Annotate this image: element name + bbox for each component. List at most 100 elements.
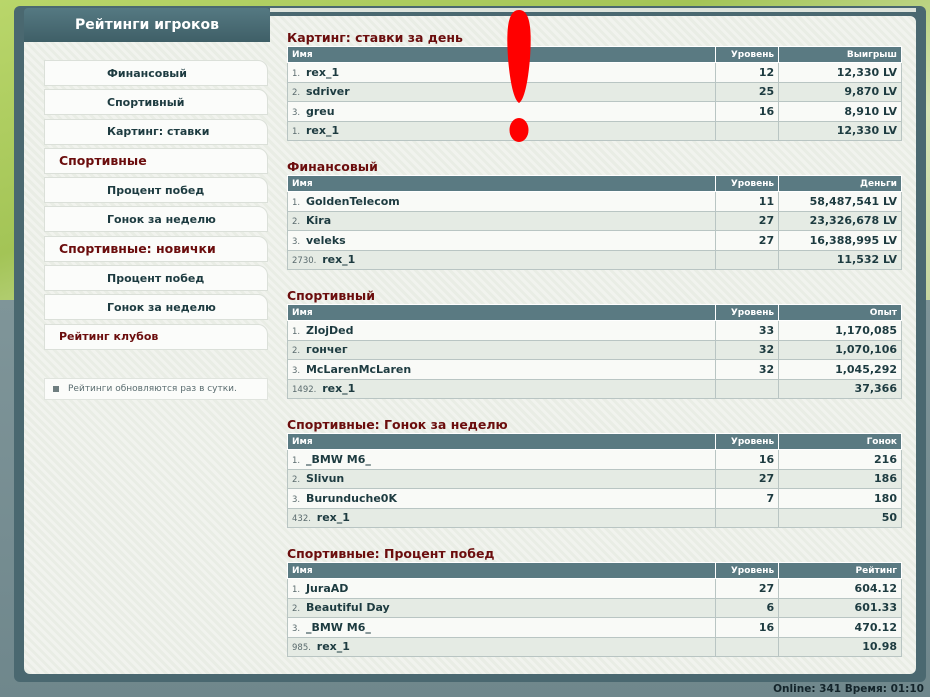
value-cell: 1,070,106 <box>778 339 902 360</box>
player-name-link[interactable]: rex_1 <box>317 511 350 524</box>
column-header-name: Имя <box>286 175 717 192</box>
player-name-link[interactable]: _BMW M6_ <box>306 621 371 634</box>
value-cell: 9,870 LV <box>778 81 902 102</box>
player-name-link[interactable]: гончег <box>306 343 348 356</box>
column-header-level: Уровень <box>715 433 780 450</box>
sidebar-item[interactable]: Процент побед <box>44 265 268 292</box>
player-name-link[interactable]: GoldenTelecom <box>306 195 400 208</box>
table-row: 2. sdriver 25 9,870 LV <box>286 81 902 102</box>
sidebar-item-label: Спортивные <box>59 153 147 169</box>
column-header-name: Имя <box>286 304 717 321</box>
level-cell: 7 <box>715 488 780 509</box>
table-row: 985. rex_1 10.98 <box>286 636 902 657</box>
rank-number: 2. <box>292 346 301 357</box>
sidebar-item[interactable]: Спортивный <box>44 89 268 116</box>
sidebar-title: Рейтинги игроков <box>24 8 270 42</box>
section-title: Спортивный <box>287 288 375 303</box>
player-cell: 1. GoldenTelecom <box>286 191 717 212</box>
player-name-link[interactable]: Beautiful Day <box>306 601 390 614</box>
player-name-link[interactable]: JuraAD <box>306 582 348 595</box>
player-name-link[interactable]: _BMW M6_ <box>306 453 371 466</box>
sidebar-section-header: Спортивные: новички <box>44 235 268 262</box>
table-row: 1. rex_1 12,330 LV <box>286 120 902 141</box>
player-cell: 2. гончег <box>286 339 717 360</box>
rank-number: 1. <box>292 326 301 337</box>
level-cell: 12 <box>715 62 780 83</box>
sidebar-item-label: Финансовый <box>107 66 187 80</box>
table-header-row: Имя Уровень Гонок <box>286 433 902 450</box>
level-cell <box>715 249 780 270</box>
sidebar-item-label: Процент побед <box>107 271 205 285</box>
sidebar-item-label: Гонок за неделю <box>107 300 216 314</box>
player-name-link[interactable]: Burunduche0K <box>306 492 397 505</box>
player-cell: 3. _BMW M6_ <box>286 617 717 638</box>
table-header-row: Имя Уровень Выигрыш <box>286 46 902 63</box>
sidebar-item[interactable]: Процент побед <box>44 177 268 204</box>
table-row: 3. veleks 27 16,388,995 LV <box>286 230 902 251</box>
rank-number: 3. <box>292 236 301 247</box>
value-cell: 216 <box>778 449 902 470</box>
player-name-link[interactable]: rex_1 <box>322 253 355 266</box>
section-title: Картинг: ставки за день <box>287 30 463 45</box>
value-cell: 601.33 <box>778 597 902 618</box>
section-title: Финансовый <box>287 159 378 174</box>
update-note: Рейтинги обновляются раз в сутки. <box>44 378 268 400</box>
level-cell: 32 <box>715 339 780 360</box>
player-name-link[interactable]: ZlojDed <box>306 324 354 337</box>
player-cell: 3. greu <box>286 101 717 122</box>
value-cell: 12,330 LV <box>778 62 902 83</box>
player-name-link[interactable]: greu <box>306 105 335 118</box>
player-name-link[interactable]: Kira <box>306 214 331 227</box>
section-title: Спортивные: Процент побед <box>287 546 495 561</box>
table-row: 2. Beautiful Day 6 601.33 <box>286 597 902 618</box>
player-name-link[interactable]: rex_1 <box>317 640 350 653</box>
column-header-name: Имя <box>286 562 717 579</box>
level-cell: 16 <box>715 449 780 470</box>
sidebar-item[interactable]: Гонок за неделю <box>44 206 268 233</box>
sidebar-item[interactable]: Финансовый <box>44 60 268 86</box>
rank-number: 432. <box>292 514 311 525</box>
rank-number: 1. <box>292 197 301 208</box>
value-cell: 50 <box>778 507 902 528</box>
level-cell: 27 <box>715 468 780 489</box>
table-row: 3. _BMW M6_ 16 470.12 <box>286 617 902 638</box>
sidebar-menu: Финансовый Спортивный Картинг: ставки Спорт… <box>44 60 268 353</box>
player-name-link[interactable]: veleks <box>306 234 346 247</box>
level-cell <box>715 120 780 141</box>
rank-number: 3. <box>292 107 301 118</box>
top-divider <box>270 8 916 12</box>
sidebar-item[interactable]: Рейтинг клубов <box>44 323 268 350</box>
table-row: 3. Burunduche0K 7 180 <box>286 488 902 509</box>
player-cell: 2. Slivun <box>286 468 717 489</box>
player-cell: 2. Kira <box>286 210 717 231</box>
value-cell: 470.12 <box>778 617 902 638</box>
table-row: 1492. rex_1 37,366 <box>286 378 902 399</box>
player-name-link[interactable]: McLarenMcLaren <box>306 363 411 376</box>
table-row: 1. rex_1 12 12,330 LV <box>286 62 902 83</box>
sidebar-item-label: Процент побед <box>107 183 205 197</box>
table-row: 2. Slivun 27 186 <box>286 468 902 489</box>
level-cell: 6 <box>715 597 780 618</box>
rank-number: 1. <box>292 584 301 595</box>
table-row: 3. McLarenMcLaren 32 1,045,292 <box>286 359 902 380</box>
value-cell: 8,910 LV <box>778 101 902 122</box>
column-header-name: Имя <box>286 46 717 63</box>
player-name-link[interactable]: rex_1 <box>306 124 339 137</box>
value-cell: 604.12 <box>778 578 902 599</box>
sidebar-item[interactable]: Картинг: ставки <box>44 118 268 145</box>
ratings-content: Картинг: ставки за день Имя Уровень Выигрыш… <box>286 30 902 675</box>
level-cell <box>715 507 780 528</box>
column-header-level: Уровень <box>715 562 780 579</box>
sidebar-item[interactable]: Гонок за неделю <box>44 294 268 321</box>
player-name-link[interactable]: sdriver <box>306 85 350 98</box>
value-cell: 16,388,995 LV <box>778 230 902 251</box>
value-cell: 180 <box>778 488 902 509</box>
column-header-value: Опыт <box>778 304 902 321</box>
table-header-row: Имя Уровень Опыт <box>286 304 902 321</box>
player-name-link[interactable]: Slivun <box>306 472 344 485</box>
level-cell <box>715 378 780 399</box>
player-name-link[interactable]: rex_1 <box>306 66 339 79</box>
column-header-value: Гонок <box>778 433 902 450</box>
player-cell: 1. ZlojDed <box>286 320 717 341</box>
player-name-link[interactable]: rex_1 <box>322 382 355 395</box>
